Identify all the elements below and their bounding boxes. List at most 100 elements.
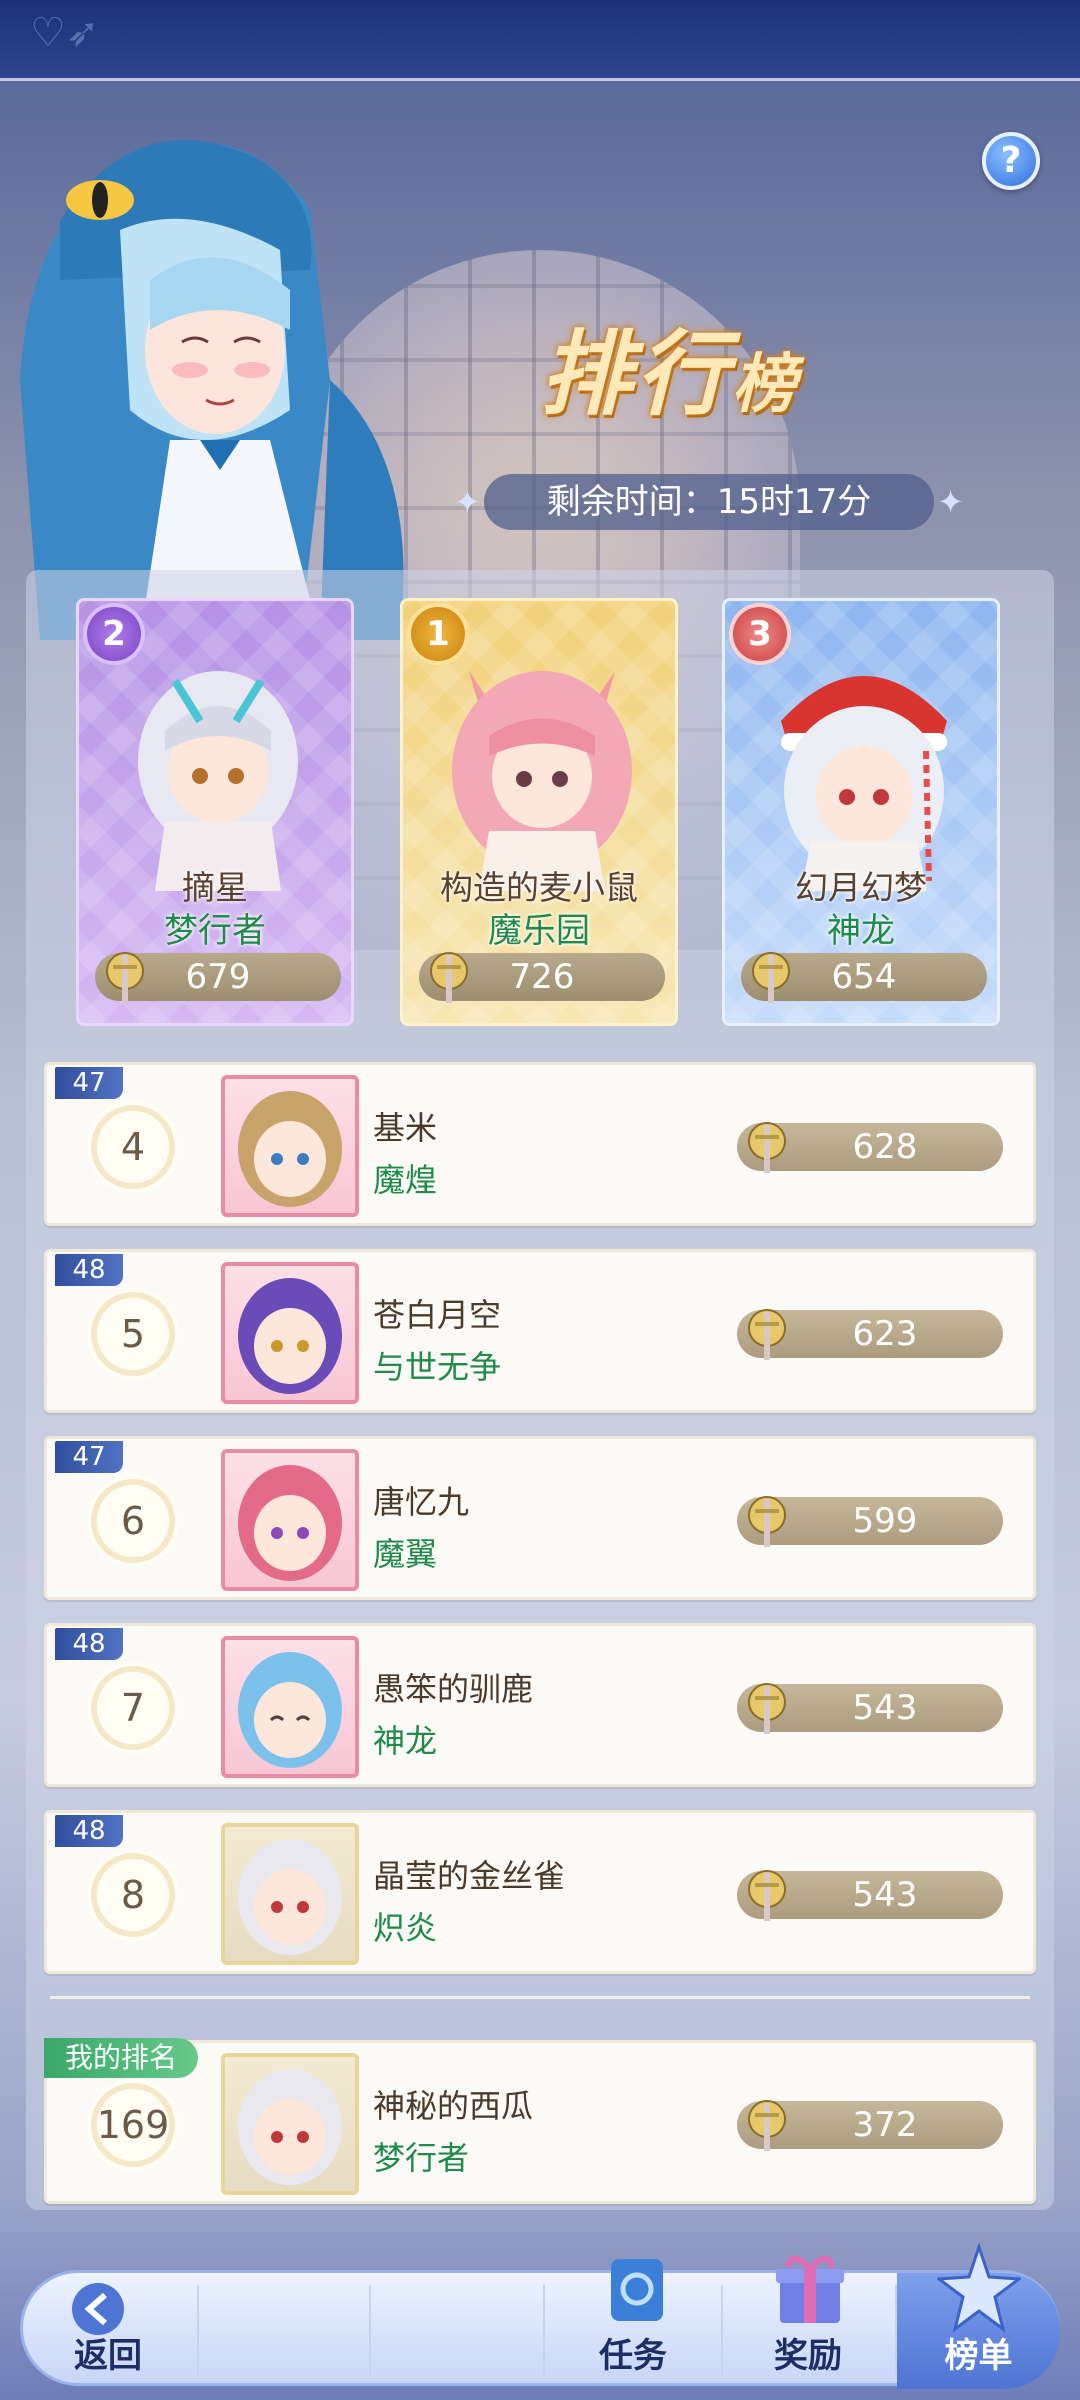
score-bar: 372 [737, 2100, 1003, 2151]
player-avatar [221, 1823, 359, 1965]
ranking-row-8[interactable]: 8 48 晶莹的金丝雀 炽炎 543 [44, 1810, 1036, 1974]
tab-tasks-label: 任务 [599, 2336, 667, 2376]
player-name: 摘星 [182, 868, 248, 907]
sword-medal-icon [748, 1496, 786, 1547]
top-band: ♡➶ [0, 0, 1080, 81]
podium-card-rank-2[interactable]: 2 摘星 梦行者 679 [76, 598, 354, 1026]
nav-separator [369, 2285, 371, 2375]
player-name: 神秘的西瓜 [373, 2087, 534, 2125]
score-value: 654 [831, 957, 897, 997]
sword-medal-icon [748, 1683, 786, 1734]
remaining-time: 剩余时间：15时17分 [454, 474, 964, 530]
player-guild: 魔乐园 [488, 911, 590, 951]
ranking-row-7[interactable]: 7 48 愚笨的驯鹿 神龙 543 [44, 1623, 1036, 1787]
level-badge: 48 [55, 1254, 123, 1286]
sword-medal-icon [106, 952, 144, 1003]
score-bar: 726 [419, 952, 665, 1003]
score-value: 623 [852, 1314, 918, 1354]
player-name: 唐忆九 [373, 1483, 470, 1521]
avatar-art [238, 1465, 342, 1581]
player-avatar [781, 676, 947, 891]
sword-medal-icon [748, 1870, 786, 1921]
nav-separator [543, 2285, 545, 2375]
player-guild: 梦行者 [164, 911, 266, 951]
player-name: 基米 [373, 1109, 438, 1147]
mascot-character [20, 140, 404, 640]
heart-arrow-icon: ♡➶ [30, 10, 100, 56]
score-value: 543 [852, 1875, 918, 1915]
tab-tasks[interactable]: 任务 [547, 2259, 719, 2389]
score-bar: 628 [737, 1122, 1003, 1173]
sword-medal-icon [752, 952, 790, 1003]
rank-number: 7 [87, 1662, 179, 1754]
nav-separator [197, 2285, 199, 2375]
page-title: 排行榜 [540, 300, 880, 428]
tab-leaderboard[interactable]: 榜单 [897, 2243, 1060, 2389]
score-value: 679 [185, 957, 251, 997]
player-avatar [221, 1449, 359, 1591]
title-suffix: 榜 [732, 348, 801, 422]
level-badge: 48 [55, 1815, 123, 1847]
sword-medal-icon [748, 1122, 786, 1173]
player-name: 幻月幻梦 [795, 868, 927, 907]
level-badge: 48 [55, 1628, 123, 1660]
scroll-icon [611, 2259, 663, 2321]
podium-card-rank-1[interactable]: 1 构造的麦小鼠 魔乐园 726 [400, 598, 678, 1026]
score-bar: 654 [741, 952, 987, 1003]
score-bar: 543 [737, 1870, 1003, 1921]
divider [50, 1996, 1030, 1999]
sword-medal-icon [430, 952, 468, 1003]
sword-medal-icon [748, 1309, 786, 1360]
score-value: 543 [852, 1688, 918, 1728]
player-name: 晶莹的金丝雀 [373, 1857, 566, 1895]
star-icon [937, 2243, 1021, 2333]
back-button[interactable]: 返回 [23, 2273, 193, 2389]
rank-number: 8 [87, 1849, 179, 1941]
rank-badge: 2 [87, 607, 141, 661]
player-avatar [221, 1636, 359, 1778]
rank-number: 5 [87, 1288, 179, 1380]
title-main: 排行 [540, 321, 733, 428]
player-guild: 神龙 [827, 911, 895, 951]
score-bar: 623 [737, 1309, 1003, 1360]
ranking-row-4[interactable]: 4 47 基米 魔煌 628 [44, 1062, 1036, 1226]
player-guild: 魔翼 [373, 1535, 438, 1573]
rank-badge: 3 [733, 607, 787, 661]
player-guild: 神龙 [373, 1722, 438, 1760]
score-bar: 543 [737, 1683, 1003, 1734]
player-avatar [221, 1075, 359, 1217]
score-bar: 679 [95, 952, 341, 1003]
level-badge: 47 [55, 1067, 123, 1099]
level-badge: 47 [55, 1441, 123, 1473]
ranking-row-6[interactable]: 6 47 唐忆九 魔翼 599 [44, 1436, 1036, 1600]
back-label: 返回 [74, 2336, 142, 2376]
player-guild: 与世无争 [373, 1348, 502, 1386]
player-guild: 魔煌 [373, 1161, 438, 1199]
tab-rewards[interactable]: 奖励 [723, 2255, 893, 2389]
tab-leaderboard-label: 榜单 [944, 2336, 1013, 2376]
score-value: 726 [509, 957, 575, 997]
player-avatar [452, 671, 632, 891]
avatar-art [238, 2069, 342, 2185]
avatar-art [238, 1278, 342, 1394]
rank-badge: 1 [411, 607, 465, 661]
help-button[interactable]: ? [982, 132, 1040, 190]
avatar-art [238, 1091, 342, 1207]
ranking-row-5[interactable]: 5 48 苍白月空 与世无争 623 [44, 1249, 1036, 1413]
score-value: 599 [852, 1501, 918, 1541]
rank-number: 169 [87, 2079, 179, 2171]
score-value: 628 [852, 1127, 918, 1167]
player-name: 苍白月空 [373, 1296, 502, 1334]
rank-number: 4 [87, 1101, 179, 1193]
player-avatar [138, 671, 298, 891]
bottom-nav: 返回 任务 奖励 榜单 [20, 2243, 1060, 2389]
score-bar: 599 [737, 1496, 1003, 1547]
podium-card-rank-3[interactable]: 3 幻月幻梦 神龙 654 [722, 598, 1000, 1026]
player-name: 愚笨的驯鹿 [373, 1670, 534, 1708]
player-avatar [221, 1262, 359, 1404]
my-rank-badge: 我的排名 [44, 2038, 198, 2078]
rank-number: 6 [87, 1475, 179, 1567]
sword-medal-icon [748, 2100, 786, 2151]
player-guild: 炽炎 [373, 1909, 438, 1947]
score-value: 372 [852, 2105, 918, 2145]
